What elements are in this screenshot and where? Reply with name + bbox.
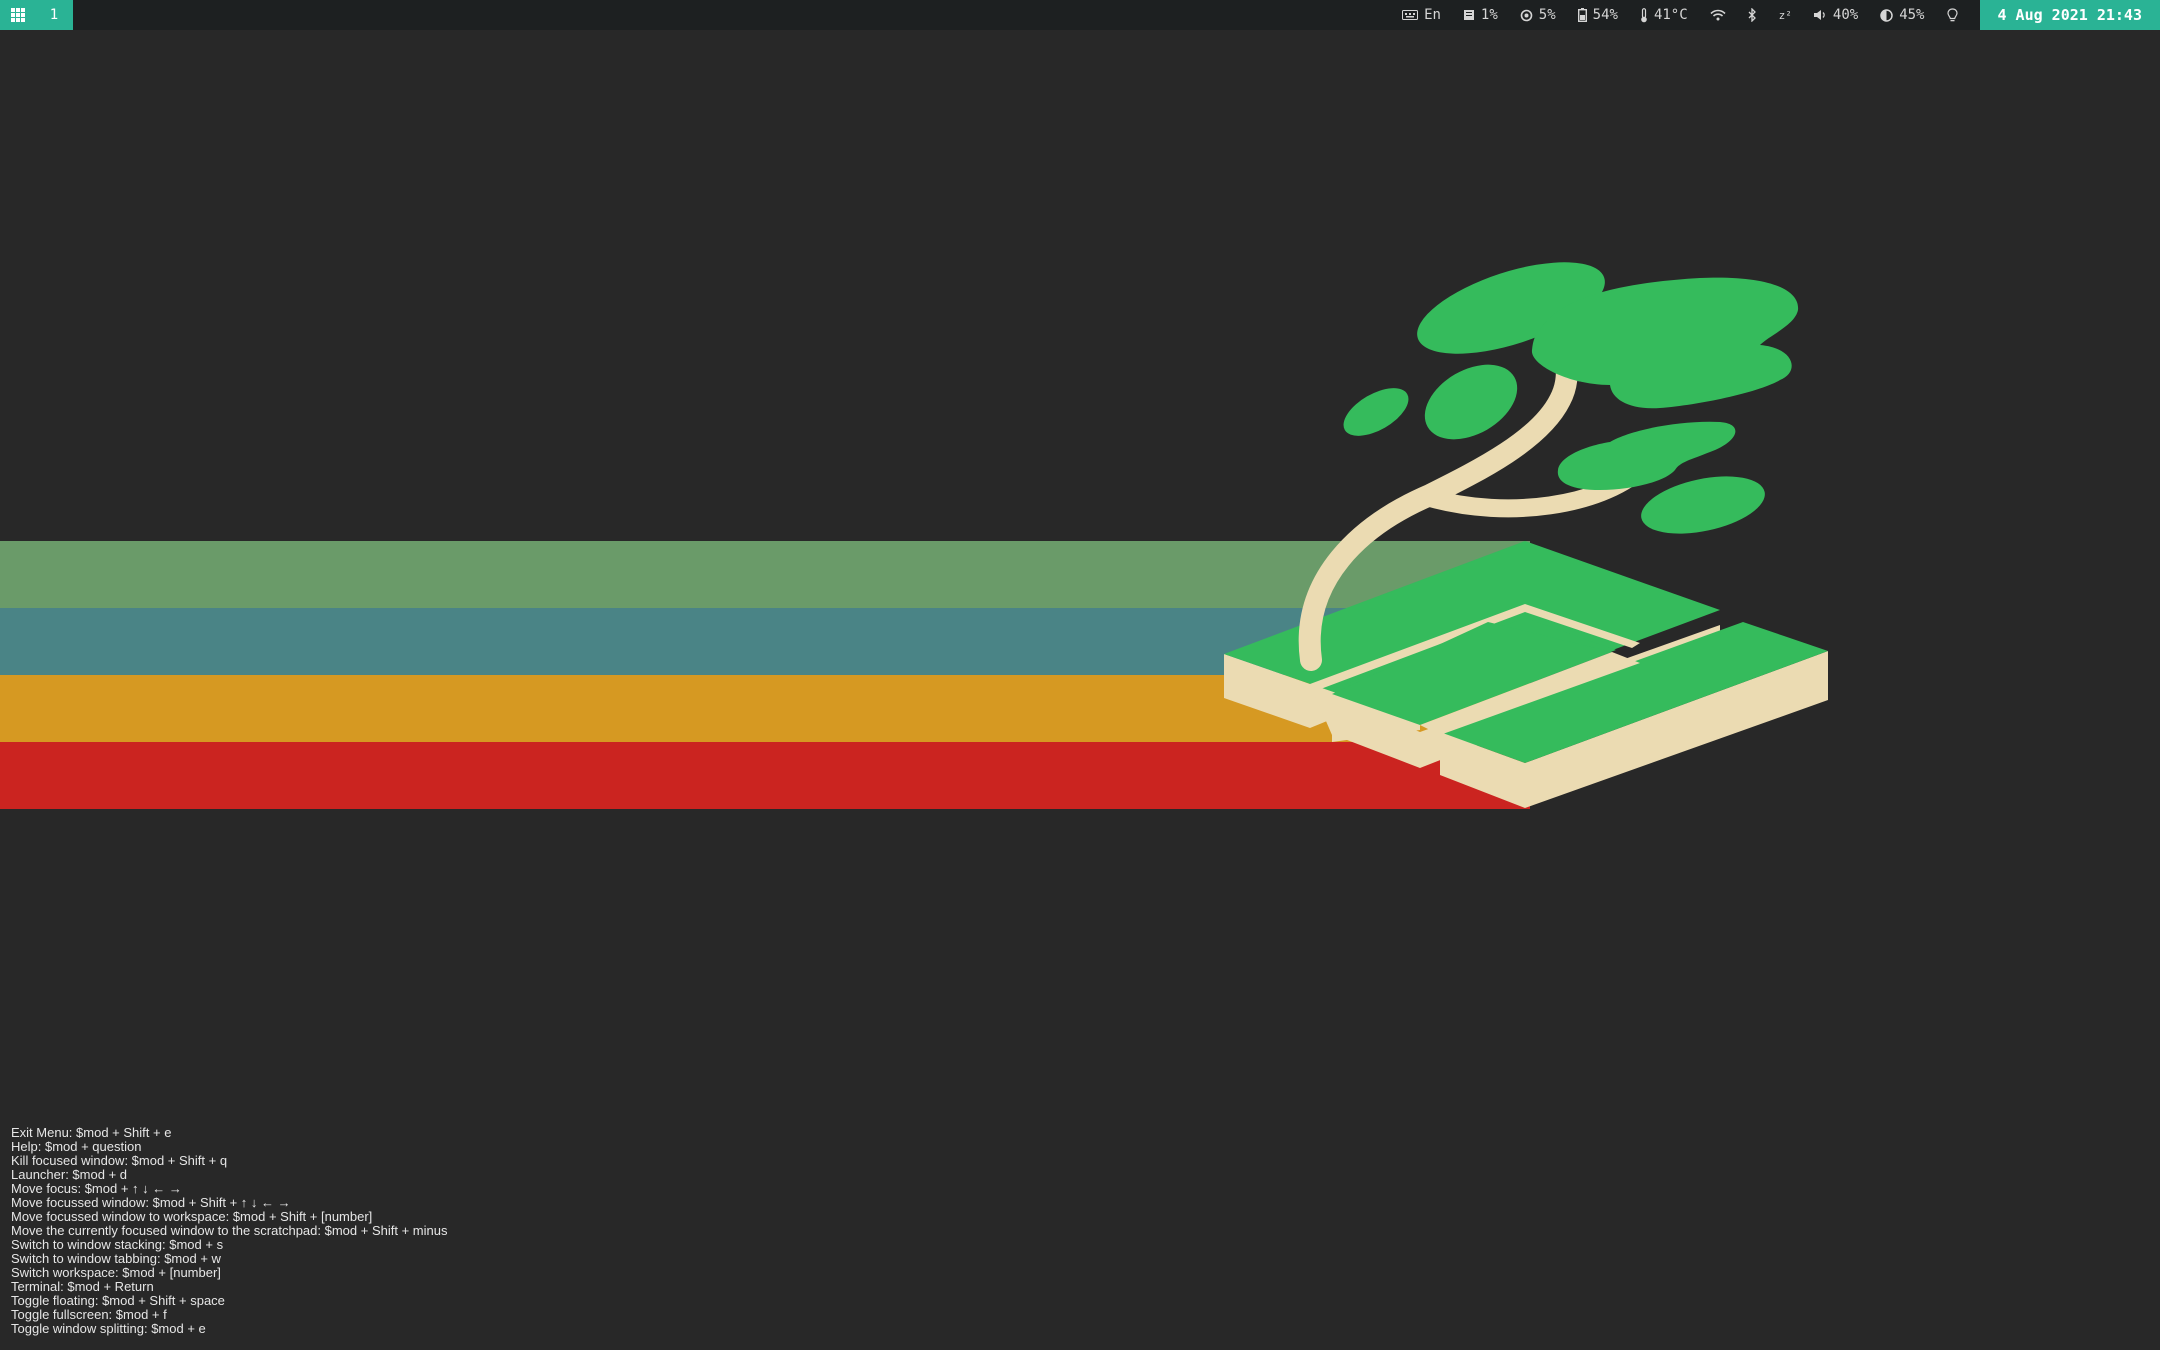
volume-value: 40% xyxy=(1832,7,1859,23)
stripe-green xyxy=(0,541,1530,608)
help-line: Launcher: $mod + d xyxy=(11,1167,127,1182)
keyboard-icon xyxy=(1402,10,1419,20)
bluetooth-icon xyxy=(1748,8,1756,22)
status-area: En 1% 5% 54% 41°C z² 40% 45% 4 Aug 2021 … xyxy=(1402,0,2160,30)
temperature-value: 41°C xyxy=(1653,7,1688,23)
status-bar: 1 En 1% 5% 54% 41°C z² 40% 45% 4 Aug 202… xyxy=(0,0,2160,30)
memory-icon xyxy=(1463,10,1474,20)
help-line: Switch workspace: $mod + [number] xyxy=(11,1265,221,1280)
keyboard-layout-label: En xyxy=(1424,7,1441,23)
help-line: Toggle floating: $mod + Shift + space xyxy=(11,1293,225,1308)
night-light-indicator[interactable] xyxy=(1946,7,1958,23)
brightness-indicator[interactable]: 45% xyxy=(1880,7,1925,23)
sleep-icon: z² xyxy=(1778,8,1792,22)
lightbulb-icon xyxy=(1946,7,1958,21)
workspace-menu-button[interactable] xyxy=(0,0,35,30)
battery-icon xyxy=(1577,8,1587,22)
cpu-icon xyxy=(1520,9,1533,21)
help-line: Terminal: $mod + Return xyxy=(11,1279,154,1294)
cpu-indicator[interactable]: 5% xyxy=(1520,7,1556,23)
help-line: Toggle fullscreen: $mod + f xyxy=(11,1307,167,1322)
wifi-icon xyxy=(1710,9,1726,21)
workspace-button-1[interactable]: 1 xyxy=(35,0,73,30)
help-line: Switch to window stacking: $mod + s xyxy=(11,1237,224,1252)
help-line: Help: $mod + question xyxy=(11,1139,142,1154)
help-line: Toggle window splitting: $mod + e xyxy=(11,1321,206,1336)
memory-value: 1% xyxy=(1480,7,1498,23)
volume-indicator[interactable]: 40% xyxy=(1813,7,1859,23)
battery-indicator[interactable]: 54% xyxy=(1577,7,1618,23)
help-line: Move focussed window: $mod + Shift + ↑ ↓… xyxy=(11,1195,291,1210)
wifi-indicator[interactable] xyxy=(1710,9,1726,21)
clock[interactable]: 4 Aug 2021 21:43 xyxy=(1979,0,2160,30)
help-line: Move focus: $mod + ↑ ↓ ← → xyxy=(11,1181,182,1196)
help-line: Move the currently focused window to the… xyxy=(11,1223,448,1238)
help-line: Exit Menu: $mod + Shift + e xyxy=(11,1125,172,1140)
temperature-indicator[interactable]: 41°C xyxy=(1640,7,1688,23)
help-line: Kill focused window: $mod + Shift + q xyxy=(11,1153,228,1168)
memory-indicator[interactable]: 1% xyxy=(1463,7,1498,23)
brightness-icon xyxy=(1880,8,1893,22)
battery-value: 54% xyxy=(1592,7,1618,23)
keybinding-help-list: Exit Menu: $mod + Shift + e Help: $mod +… xyxy=(11,1126,447,1336)
keyboard-layout-indicator[interactable]: En xyxy=(1402,7,1441,23)
help-line: Switch to window tabbing: $mod + w xyxy=(11,1251,221,1266)
idle-inhibitor-indicator[interactable]: z² xyxy=(1779,9,1792,22)
thermometer-icon xyxy=(1641,7,1647,22)
volume-icon xyxy=(1813,10,1825,20)
bluetooth-indicator[interactable] xyxy=(1748,8,1757,22)
cpu-value: 5% xyxy=(1538,7,1556,23)
brightness-value: 45% xyxy=(1899,7,1925,23)
grid-icon xyxy=(10,8,25,22)
stripe-red xyxy=(0,742,1530,809)
help-line: Move focussed window to workspace: $mod … xyxy=(11,1209,373,1224)
